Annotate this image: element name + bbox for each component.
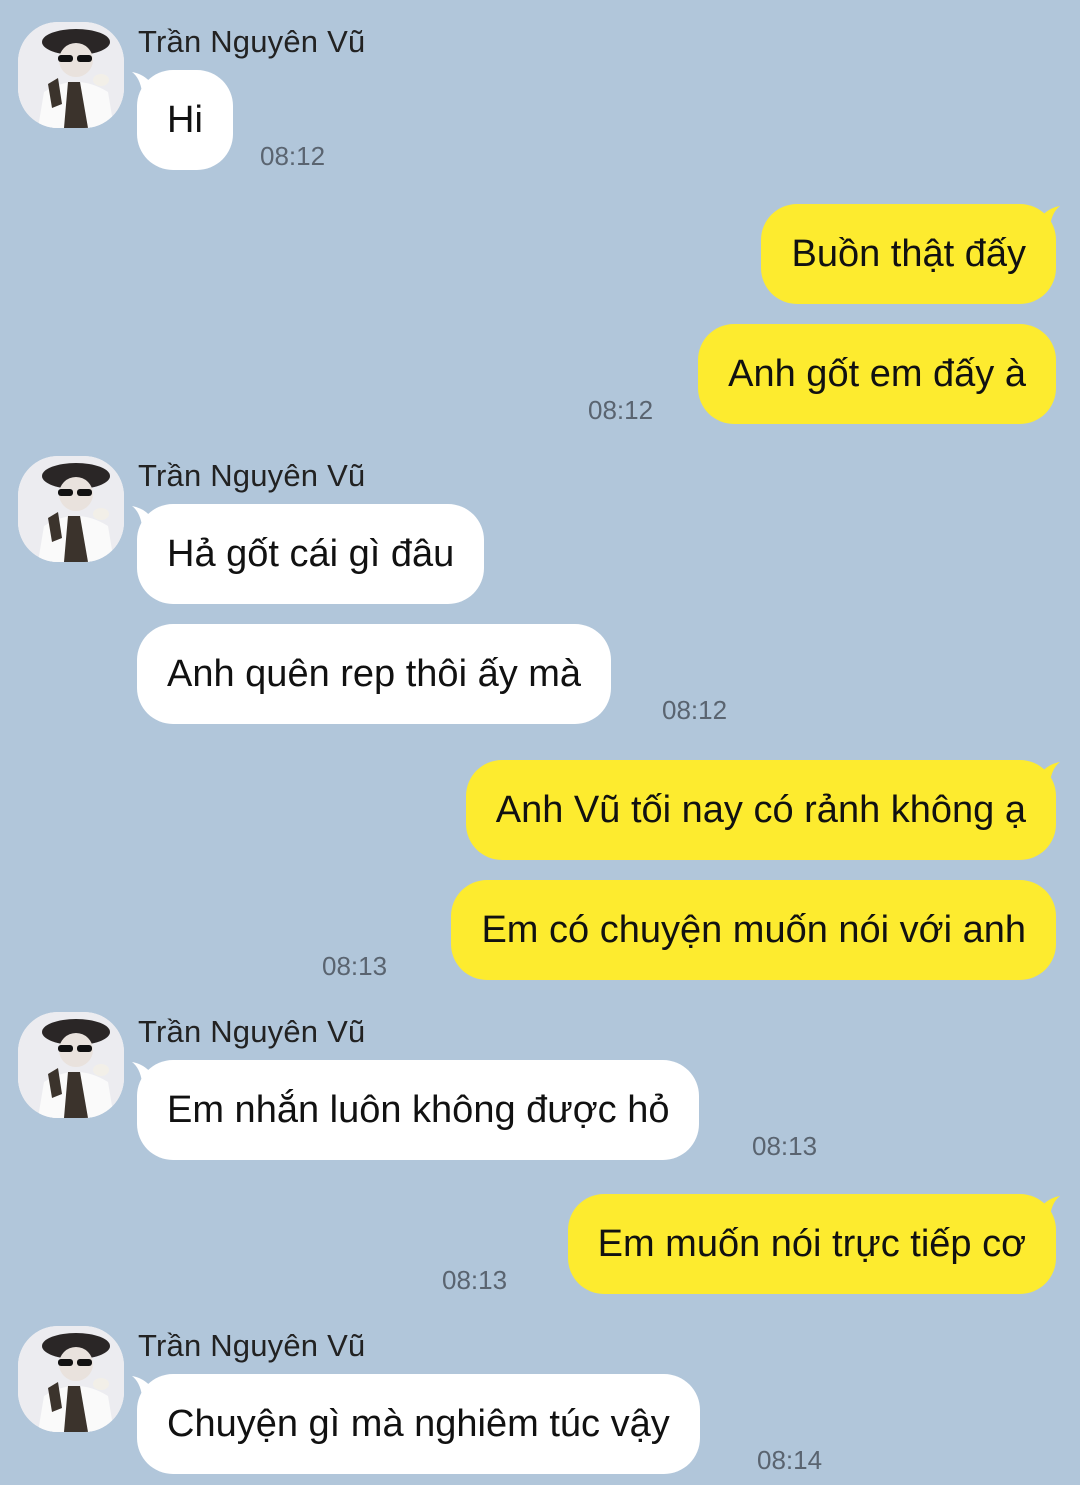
message-bubble-incoming[interactable]: Hả gốt cái gì đâu <box>137 504 485 604</box>
avatar-icon <box>18 456 124 562</box>
message-bubble-incoming[interactable]: Hi <box>137 70 233 170</box>
message-timestamp: 08:12 <box>662 695 728 725</box>
chat-message-list[interactable]: Trần Nguyên Vũ Hi 08:12 Buồn thật đấy An… <box>0 0 1080 1485</box>
message-timestamp: 08:13 <box>752 1131 818 1161</box>
message-bubble-outgoing[interactable]: Em có chuyện muốn nói với anh <box>451 880 1056 980</box>
message-bubble-outgoing[interactable]: Anh gốt em đấy à <box>698 324 1056 424</box>
sender-name: Trần Nguyên Vũ <box>138 1328 366 1363</box>
contact-avatar[interactable] <box>18 456 124 562</box>
sender-name: Trần Nguyên Vũ <box>138 24 366 59</box>
message-bubble-outgoing[interactable]: Em muốn nói trực tiếp cơ <box>567 1194 1056 1294</box>
message-bubble-incoming[interactable]: Chuyện gì mà nghiêm túc vậy <box>137 1374 700 1474</box>
avatar-icon <box>18 22 124 128</box>
message-bubble-outgoing[interactable]: Buồn thật đấy <box>761 204 1056 304</box>
message-timestamp: 08:14 <box>757 1445 823 1475</box>
sender-name: Trần Nguyên Vũ <box>138 1014 366 1049</box>
sender-name: Trần Nguyên Vũ <box>138 458 366 493</box>
message-timestamp: 08:13 <box>322 951 388 981</box>
avatar-icon <box>18 1326 124 1432</box>
contact-avatar[interactable] <box>18 22 124 128</box>
contact-avatar[interactable] <box>18 1326 124 1432</box>
message-bubble-incoming[interactable]: Anh quên rep thôi ấy mà <box>137 624 612 724</box>
message-bubble-incoming[interactable]: Em nhắn luôn không được hỏ <box>137 1060 700 1160</box>
message-timestamp: 08:13 <box>442 1265 508 1295</box>
avatar-icon <box>18 1012 124 1118</box>
message-timestamp: 08:12 <box>588 395 654 425</box>
contact-avatar[interactable] <box>18 1012 124 1118</box>
message-timestamp: 08:12 <box>260 141 326 171</box>
message-bubble-outgoing[interactable]: Anh Vũ tối nay có rảnh không ạ <box>465 760 1056 860</box>
